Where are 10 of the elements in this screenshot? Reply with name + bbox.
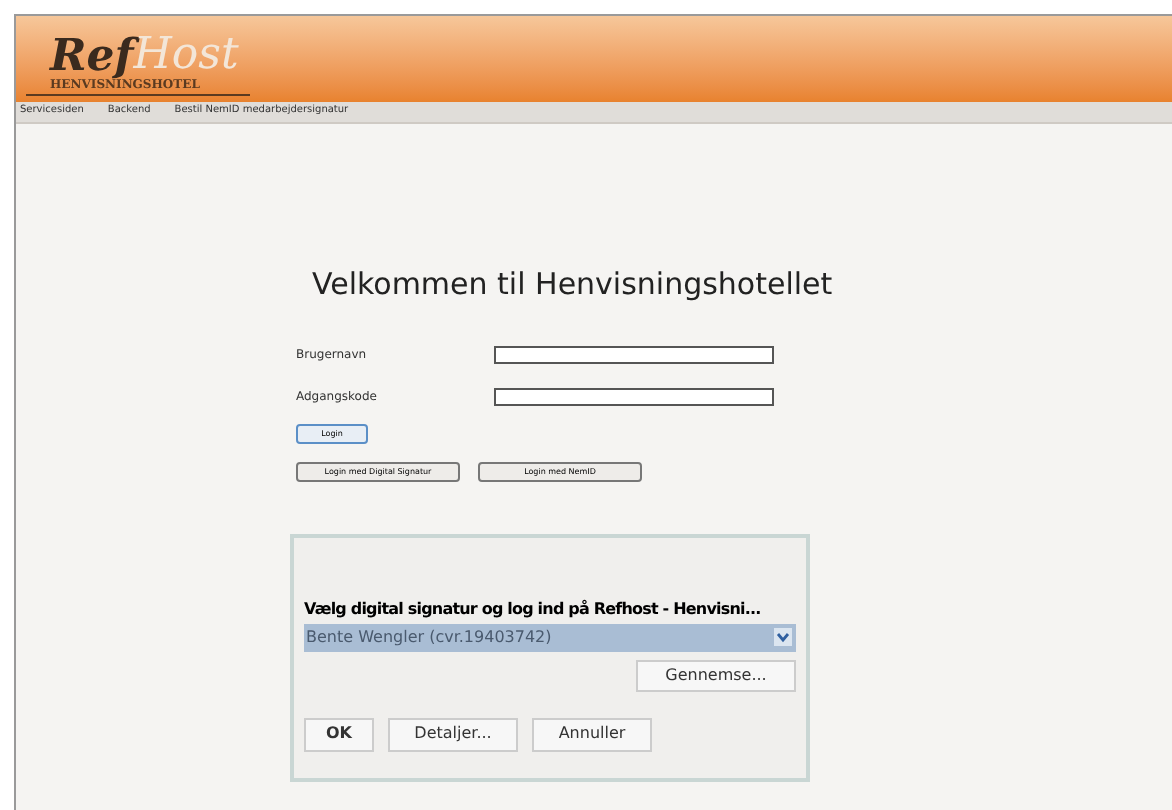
dialog-button[interactable]: OK: [304, 717, 374, 751]
dialog-button[interactable]: Detaljer...: [388, 717, 518, 751]
applet-prompt: Vælg digital signatur og log ind på Refhost - Henvisni...: [304, 597, 763, 621]
certificate-dropdown[interactable]: Bente Wengler (cvr.19403742): [304, 623, 796, 651]
welcome-heading: Velkommen til Henvisningshotellet: [312, 264, 835, 306]
text-input[interactable]: [494, 387, 774, 405]
browse-button[interactable]: Gennemse...: [636, 659, 796, 691]
dialog-button[interactable]: Annuller: [532, 717, 652, 751]
chevron-down-icon: [774, 628, 792, 646]
text-input[interactable]: [494, 345, 774, 363]
